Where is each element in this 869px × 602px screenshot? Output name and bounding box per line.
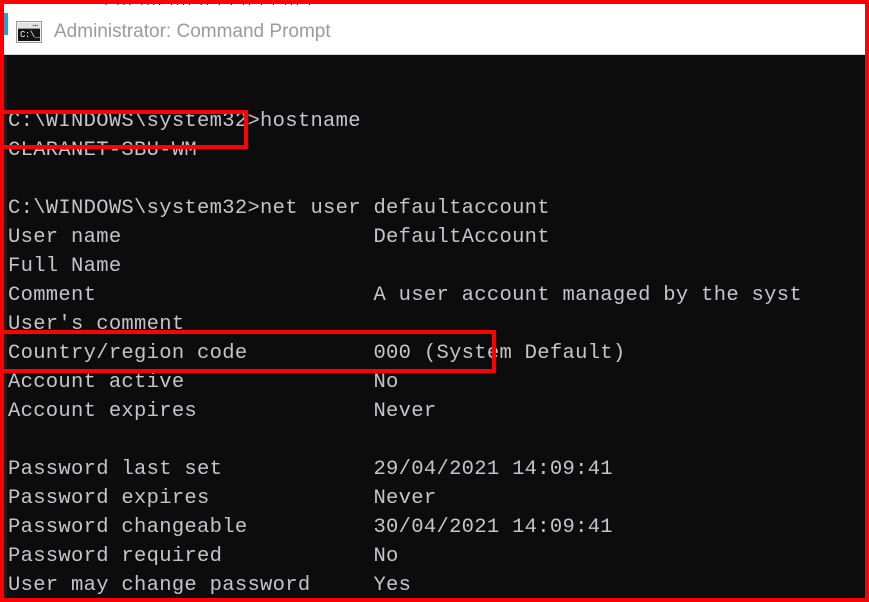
console-line: Country/region code 000 (System Default) (8, 342, 626, 365)
console-left-rail (4, 56, 7, 598)
window-title-label: Administrator: Command Prompt (54, 20, 331, 42)
console-line: User's comment (8, 313, 185, 336)
console-line: CLARANET-SBU-WM (8, 139, 198, 162)
clipped-top-text-strip: | ||| |||| |||| || | | || | | ||| | (4, 0, 865, 9)
console-output: C:\WINDOWS\system32>hostname CLARANET-SBU… (8, 78, 865, 598)
command-prompt-icon-glyph: C:\_ (18, 28, 40, 41)
console-line: Account active No (8, 371, 399, 394)
console-line: Password changeable 30/04/2021 14:09:41 (8, 516, 613, 539)
console-line: Password expires Never (8, 487, 437, 510)
screenshot-root: | ||| |||| |||| || | | || | | ||| | ▪▪▪ … (0, 0, 869, 602)
window-title-bar[interactable]: ▪▪▪ C:\_ Administrator: Command Prompt (4, 9, 865, 55)
console-surface[interactable]: C:\WINDOWS\system32>hostname CLARANET-SBU… (4, 56, 865, 598)
console-line: User name DefaultAccount (8, 226, 550, 249)
console-line: User may change password Yes (8, 574, 412, 597)
clipped-top-text: | ||| |||| |||| || | | || | | ||| | (104, 0, 313, 6)
console-line: Password required No (8, 545, 399, 568)
console-line: C:\WINDOWS\system32>net user defaultacco… (8, 197, 550, 220)
window-accent-bar (4, 13, 8, 35)
console-line: Comment A user account managed by the sy… (8, 284, 802, 307)
console-line: Account expires Never (8, 400, 437, 423)
command-prompt-icon: ▪▪▪ C:\_ (16, 20, 42, 43)
console-line: C:\WINDOWS\system32>hostname (8, 110, 361, 133)
console-line: Full Name (8, 255, 122, 278)
console-line: Password last set 29/04/2021 14:09:41 (8, 458, 613, 481)
